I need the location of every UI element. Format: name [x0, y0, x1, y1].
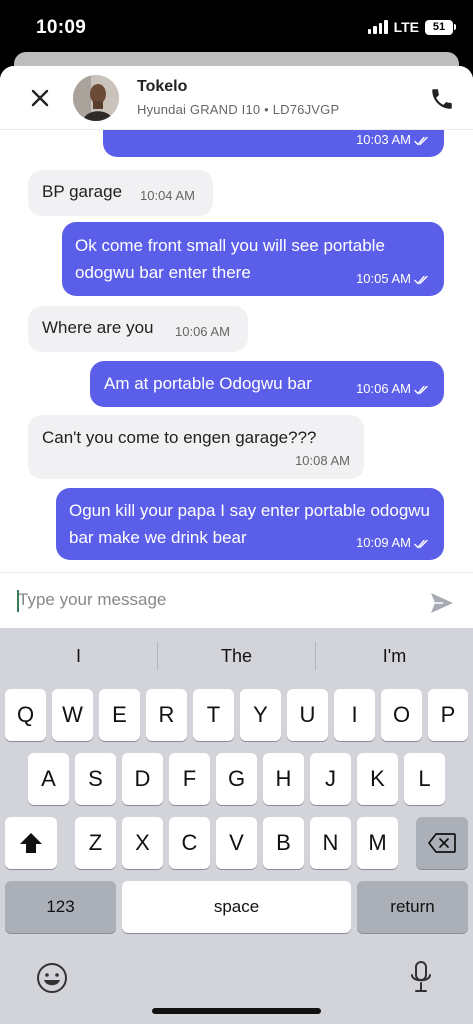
shift-key[interactable]	[5, 817, 57, 869]
message-input[interactable]	[14, 583, 394, 617]
call-button[interactable]	[429, 86, 455, 112]
key[interactable]: O	[381, 689, 422, 741]
phone-icon	[432, 89, 452, 109]
key[interactable]: H	[263, 753, 304, 805]
message-bubble-incoming[interactable]: BP garage 10:04 AM	[28, 170, 213, 216]
message-time: 10:06 AM	[175, 324, 230, 339]
message-text: Can't you come to engen garage???	[42, 428, 317, 447]
battery-level: 51	[432, 21, 446, 33]
message-text: BP garage	[42, 182, 123, 201]
suggestion-item[interactable]: The	[158, 646, 315, 667]
message-time: 10:04 AM	[140, 188, 195, 203]
key[interactable]: T	[193, 689, 234, 741]
numbers-key[interactable]: 123	[5, 881, 116, 933]
message-text: Where are you	[42, 318, 154, 337]
network-label: LTE	[393, 19, 419, 35]
backspace-key[interactable]	[416, 817, 468, 869]
message-time: 10:03 AM	[356, 132, 411, 147]
key[interactable]: M	[357, 817, 398, 869]
double-check-icon	[414, 136, 428, 146]
key[interactable]: J	[310, 753, 351, 805]
key[interactable]: V	[216, 817, 257, 869]
message-time: 10:05 AM	[356, 271, 411, 286]
key[interactable]: Y	[240, 689, 281, 741]
vehicle-info: Hyundai GRAND I10 • LD76JVGP	[137, 102, 340, 117]
dictation-button[interactable]	[409, 960, 433, 999]
microphone-icon	[411, 961, 431, 992]
status-indicators: LTE 51	[367, 19, 456, 35]
message-text: Am at portable Odogwu bar	[104, 374, 312, 393]
suggestion-item[interactable]: I'm	[316, 646, 473, 667]
return-key[interactable]: return	[357, 881, 468, 933]
key[interactable]: L	[404, 753, 445, 805]
key[interactable]: Z	[75, 817, 116, 869]
suggestion-bar: I The I'm	[0, 628, 473, 686]
key[interactable]: I	[334, 689, 375, 741]
key[interactable]: E	[99, 689, 140, 741]
suggestion-item[interactable]: I	[0, 646, 157, 667]
key[interactable]: U	[287, 689, 328, 741]
chat-header: Tokelo Hyundai GRAND I10 • LD76JVGP	[0, 66, 473, 130]
driver-photo-icon	[73, 75, 119, 121]
chat-sheet: Tokelo Hyundai GRAND I10 • LD76JVGP 10:0…	[0, 66, 473, 628]
send-button[interactable]	[429, 591, 455, 615]
emoji-button[interactable]	[36, 962, 68, 999]
shift-icon	[20, 833, 42, 853]
space-key[interactable]: space	[122, 881, 351, 933]
message-time: 10:09 AM	[356, 535, 411, 550]
home-indicator[interactable]	[152, 1008, 321, 1014]
key[interactable]: F	[169, 753, 210, 805]
message-list[interactable]: 10:03 AM BP garage 10:04 AM Ok come fron…	[0, 130, 473, 560]
message-composer	[0, 572, 473, 628]
text-caret	[17, 590, 19, 612]
message-time: 10:08 AM	[295, 453, 350, 468]
message-bubble-outgoing[interactable]: Am at portable Odogwu bar 10:06 AM	[90, 361, 444, 407]
key[interactable]: A	[28, 753, 69, 805]
key[interactable]: G	[216, 753, 257, 805]
key[interactable]: P	[428, 689, 468, 741]
key[interactable]: W	[52, 689, 93, 741]
message-bubble-incoming[interactable]: Can't you come to engen garage??? 10:08 …	[28, 415, 364, 479]
key[interactable]: B	[263, 817, 304, 869]
key[interactable]: C	[169, 817, 210, 869]
battery-icon: 51	[425, 19, 456, 35]
send-icon	[431, 593, 453, 613]
message-bubble-outgoing[interactable]: Ok come front small you will see portabl…	[62, 222, 444, 296]
double-check-icon	[414, 539, 428, 549]
key[interactable]: S	[75, 753, 116, 805]
message-bubble-outgoing[interactable]: Ogun kill your papa I say enter portable…	[56, 488, 444, 560]
key[interactable]: Q	[5, 689, 46, 741]
key[interactable]: N	[310, 817, 351, 869]
message-time: 10:06 AM	[356, 381, 411, 396]
contact-name: Tokelo	[137, 78, 188, 95]
status-bar: 10:09 LTE 51	[0, 0, 473, 60]
close-icon	[31, 89, 49, 107]
signal-icon	[367, 20, 388, 34]
message-bubble-outgoing[interactable]: 10:03 AM	[103, 130, 444, 157]
key[interactable]: R	[146, 689, 187, 741]
key[interactable]: K	[357, 753, 398, 805]
message-bubble-incoming[interactable]: Where are you 10:06 AM	[28, 306, 248, 352]
avatar[interactable]	[73, 75, 119, 121]
backspace-icon	[428, 833, 456, 853]
close-button[interactable]	[26, 84, 54, 112]
keyboard: I The I'm Q W E R T Y U I O P A S D F G …	[0, 628, 473, 1024]
key[interactable]: X	[122, 817, 163, 869]
double-check-icon	[414, 275, 428, 285]
key[interactable]: D	[122, 753, 163, 805]
emoji-icon	[37, 963, 67, 993]
status-time: 10:09	[36, 17, 87, 38]
double-check-icon	[414, 385, 428, 395]
